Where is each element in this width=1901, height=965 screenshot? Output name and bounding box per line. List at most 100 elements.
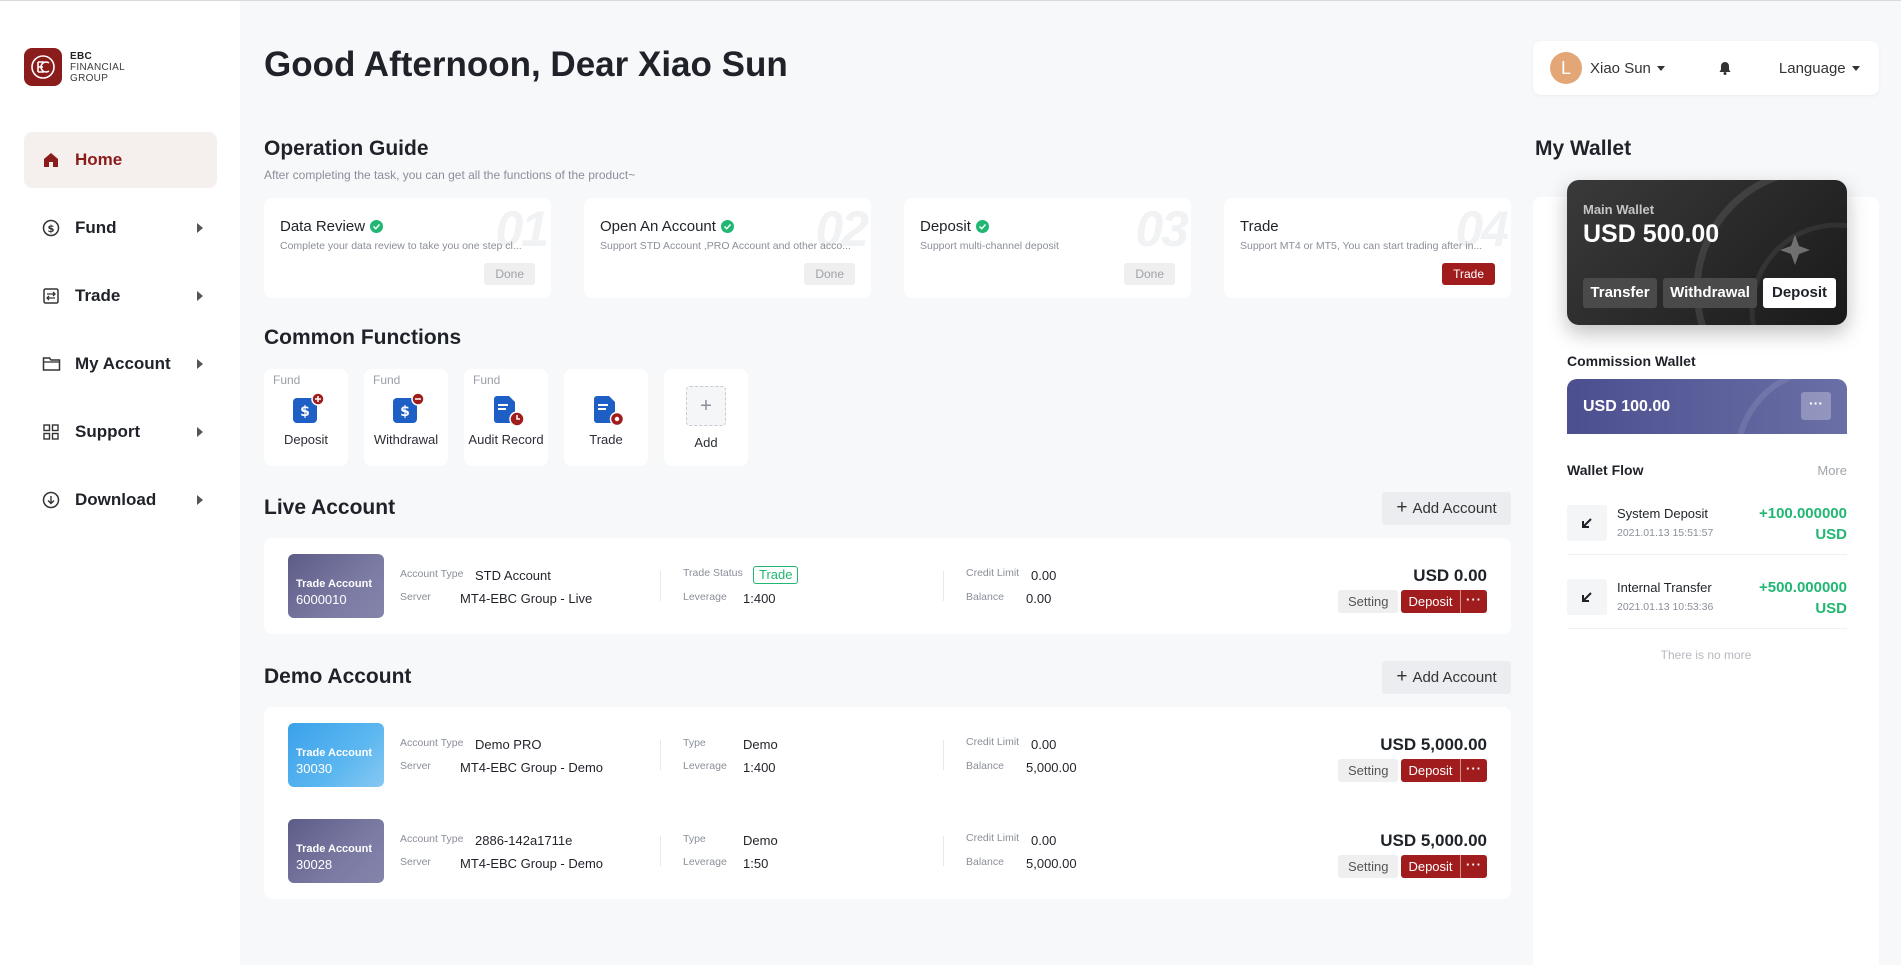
user-menu[interactable]: Xiao Sun: [1590, 60, 1665, 77]
credit-limit-label: Credit Limit: [966, 567, 1020, 579]
caret-right-icon: [197, 427, 203, 437]
leverage-label: Leverage: [683, 856, 727, 868]
transfer-button[interactable]: Transfer: [1583, 278, 1657, 308]
setting-button[interactable]: Setting: [1338, 590, 1399, 613]
setting-button[interactable]: Setting: [1338, 855, 1399, 878]
sidebar-item-label: Support: [75, 422, 141, 441]
operation-guide-subtitle: After completing the task, you can get a…: [264, 168, 636, 182]
avatar[interactable]: L: [1550, 52, 1582, 84]
step-description: Support multi-channel deposit: [920, 240, 1059, 252]
operation-guide-title: Operation Guide: [264, 137, 429, 160]
function-label: Trade: [589, 432, 623, 447]
function-withdrawal[interactable]: Fund $ Withdrawal: [364, 369, 448, 466]
brand-line-3: GROUP: [70, 72, 109, 84]
server-label: Server: [400, 856, 431, 868]
commission-more-button[interactable]: ···: [1801, 392, 1831, 420]
no-more-text: There is no more: [1660, 648, 1752, 662]
step-description: Support MT4 or MT5, You can start tradin…: [1240, 240, 1483, 252]
trade-button[interactable]: Trade: [1442, 263, 1495, 285]
demo-account-title: Demo Account: [264, 665, 412, 688]
badge-title: Trade Account: [296, 843, 372, 855]
flow-amount: +100.000000: [1758, 505, 1847, 522]
withdrawal-icon: $: [391, 392, 425, 423]
svg-text:$: $: [400, 404, 410, 420]
language-label: Language: [1778, 59, 1846, 77]
sidebar-item-my-account[interactable]: My Account: [24, 336, 217, 392]
account-type-value: 2886-142a1711e: [475, 833, 573, 848]
more-options-button[interactable]: ···: [1461, 759, 1487, 782]
balance-value: 5,000.00: [1026, 856, 1077, 871]
step-description: Support STD Account ,PRO Account and oth…: [600, 240, 851, 252]
caret-right-icon: [197, 223, 203, 233]
chevron-down-icon: [1656, 66, 1665, 72]
badge-number: 6000010: [296, 592, 347, 607]
function-label: Withdrawal: [373, 432, 439, 447]
check-circle-icon: [720, 220, 734, 233]
add-demo-account-button[interactable]: + Add Account: [1382, 661, 1511, 694]
deposit-split-button: Deposit ···: [1401, 590, 1487, 613]
wallet-flow-more-link[interactable]: More: [1817, 463, 1847, 478]
list-item: Internal Transfer 2021.01.13 10:53:36 +5…: [1567, 565, 1847, 629]
bell-icon[interactable]: [1717, 60, 1733, 76]
sidebar-item-support[interactable]: Support: [24, 404, 217, 460]
language-menu[interactable]: Language: [1779, 60, 1860, 77]
function-audit-record[interactable]: Fund Audit Record: [464, 369, 548, 466]
sidebar-item-home[interactable]: Home: [24, 132, 217, 188]
user-toolbar: L Xiao Sun Language: [1533, 41, 1879, 95]
plus-icon: +: [1396, 666, 1408, 687]
step-title: Deposit: [920, 218, 971, 235]
type-label: Type: [683, 737, 706, 749]
add-live-account-button[interactable]: + Add Account: [1382, 492, 1511, 525]
done-button[interactable]: Done: [1124, 263, 1175, 285]
function-trade[interactable]: Trade: [564, 369, 648, 466]
deposit-button[interactable]: Deposit: [1763, 278, 1836, 308]
function-add[interactable]: + Add: [664, 369, 748, 466]
balance-label: Balance: [966, 856, 1004, 868]
divider: [660, 571, 661, 601]
done-button[interactable]: Done: [804, 263, 855, 285]
account-type-label: Account Type: [400, 568, 464, 580]
deposit-button[interactable]: Deposit: [1401, 759, 1461, 782]
leverage-value: 1:400: [743, 760, 776, 775]
badge-number: 30030: [296, 761, 333, 776]
deposit-button[interactable]: Deposit: [1401, 590, 1461, 613]
sidebar-item-label: Download: [75, 490, 157, 509]
brand-line-2: FINANCIAL: [70, 61, 125, 73]
check-circle-icon: [370, 220, 384, 233]
home-icon: [41, 150, 61, 170]
flow-name: Internal Transfer: [1617, 580, 1712, 595]
withdrawal-button[interactable]: Withdrawal: [1663, 278, 1757, 308]
deposit-button[interactable]: Deposit: [1401, 855, 1461, 878]
more-options-button[interactable]: ···: [1461, 590, 1487, 613]
sidebar-item-fund[interactable]: $ Fund: [24, 200, 217, 256]
account-badge[interactable]: Trade Account 30030: [288, 723, 384, 787]
divider: [943, 571, 944, 601]
setting-button[interactable]: Setting: [1338, 759, 1399, 782]
check-circle-icon: [975, 220, 989, 233]
list-item: System Deposit 2021.01.13 15:51:57 +100.…: [1567, 491, 1847, 555]
flow-amount: +500.000000: [1758, 579, 1847, 596]
leverage-label: Leverage: [683, 760, 727, 772]
grid-icon: [41, 422, 61, 442]
function-tag: Fund: [273, 373, 301, 387]
done-button[interactable]: Done: [484, 263, 535, 285]
divider: [943, 740, 944, 770]
more-options-button[interactable]: ···: [1461, 855, 1487, 878]
table-row: Trade Account 30030 Account Type Demo PR…: [264, 707, 1511, 803]
type-value: Demo: [743, 737, 778, 752]
leverage-value: 1:50: [743, 856, 769, 871]
function-deposit[interactable]: Fund $ Deposit: [264, 369, 348, 466]
brand-logo[interactable]: EBC FINANCIAL GROUP: [24, 48, 125, 86]
balance-label: Balance: [966, 591, 1004, 603]
credit-limit-value: 0.00: [1031, 568, 1057, 583]
step-title: Data Review: [280, 218, 366, 235]
account-badge[interactable]: Trade Account 30028: [288, 819, 384, 883]
sidebar-item-download[interactable]: Download: [24, 472, 217, 528]
wallet-flow-title: Wallet Flow: [1567, 462, 1644, 478]
sidebar-item-label: Home: [75, 150, 123, 169]
badge-number: 30028: [296, 857, 333, 872]
step-title: Trade: [1240, 218, 1279, 235]
sidebar-item-trade[interactable]: Trade: [24, 268, 217, 324]
flow-time: 2021.01.13 10:53:36: [1617, 601, 1714, 613]
account-badge[interactable]: Trade Account 6000010: [288, 554, 384, 618]
